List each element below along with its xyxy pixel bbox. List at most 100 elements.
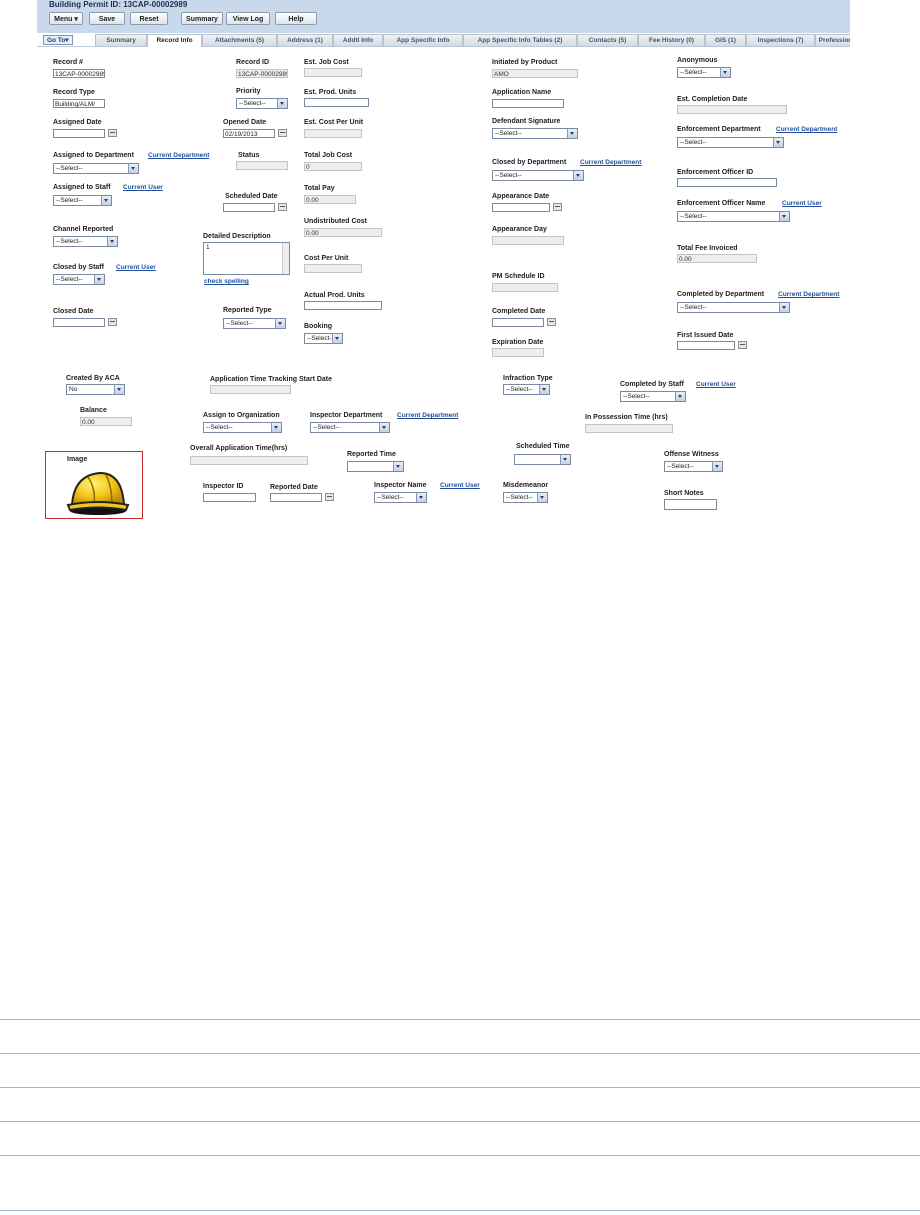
inspector-name-select[interactable]: --Select-- [374,492,427,503]
anonymous-select[interactable]: --Select-- [677,67,731,78]
tab-professionals[interactable]: Professionals [815,34,850,46]
reported-time-select[interactable] [347,461,404,472]
assigned-to-department-select[interactable]: --Select-- [53,163,139,174]
scheduled-date-field[interactable] [223,203,275,212]
infraction-type-label: Infraction Type [503,375,553,382]
chevron-down-icon [393,462,403,471]
calendar-icon[interactable] [738,341,747,349]
inspector-department-label: Inspector Department [310,412,383,419]
enforcement-department-label: Enforcement Department [677,126,761,133]
inspector-id-field[interactable] [203,493,256,502]
first-issued-date-field[interactable] [677,341,735,350]
inspector-id-label: Inspector ID [203,483,244,490]
booking-select[interactable]: --Select-- [304,333,343,344]
calendar-icon[interactable] [278,203,287,211]
help-button[interactable]: Help [275,12,317,25]
tab-inspections[interactable]: Inspections (7) [746,34,815,46]
reset-button[interactable]: Reset [130,12,168,25]
calendar-icon[interactable] [553,203,562,211]
reported-date-field[interactable] [270,493,322,502]
current-department-link[interactable]: Current Department [580,159,641,166]
actual-prod-units-field[interactable] [304,301,382,310]
enforcement-officer-id-field[interactable] [677,178,777,187]
calendar-icon[interactable] [108,129,117,137]
check-spelling-link[interactable]: check spelling [204,278,249,285]
current-user-link[interactable]: Current User [696,381,736,388]
current-user-link[interactable]: Current User [123,184,163,191]
est-prod-units-field[interactable] [304,98,369,107]
tab-app-specific-info-tables[interactable]: App Specific Info Tables (2) [463,34,577,46]
closed-by-department-select[interactable]: --Select-- [492,170,584,181]
chevron-down-icon [275,319,285,328]
closed-by-staff-label: Closed by Staff [53,264,104,271]
completed-by-staff-label: Completed by Staff [620,381,684,388]
tab-contacts[interactable]: Contacts (5) [577,34,638,46]
textarea-scrollbar[interactable] [282,243,289,274]
channel-reported-value: --Select-- [56,238,83,245]
assign-to-organization-select[interactable]: --Select-- [203,422,282,433]
tab-summary[interactable]: Summary [95,34,147,46]
chevron-down-icon [271,423,281,432]
header-bar: Building Permit ID: 13CAP-00002989 Menu … [37,0,850,33]
scheduled-time-select[interactable] [514,454,571,465]
short-notes-field[interactable] [664,499,717,510]
assigned-date-field[interactable] [53,129,105,138]
current-user-link[interactable]: Current User [116,264,156,271]
tab-record-info[interactable]: Record Info [147,34,202,47]
defendant-signature-select[interactable]: --Select-- [492,128,578,139]
offense-witness-select[interactable]: --Select-- [664,461,723,472]
appearance-date-field[interactable] [492,203,550,212]
current-user-link[interactable]: Current User [440,482,480,489]
reported-type-select[interactable]: --Select-- [223,318,286,329]
view-log-button[interactable]: View Log [226,12,270,25]
est-completion-date-label: Est. Completion Date [677,96,748,103]
closed-by-staff-select[interactable]: --Select-- [53,274,105,285]
record-no-field[interactable]: 13CAP-00002989 [53,69,105,78]
est-completion-date-field [677,105,787,114]
completed-by-staff-select[interactable]: --Select-- [620,391,686,402]
current-user-link[interactable]: Current User [782,200,822,207]
created-by-aca-select[interactable]: No [66,384,125,395]
goto-button[interactable]: Go To▾ [43,35,73,45]
tab-address[interactable]: Address (1) [277,34,333,46]
inspector-department-select[interactable]: --Select-- [310,422,390,433]
chevron-down-icon [560,455,570,464]
infraction-type-select[interactable]: --Select-- [503,384,550,395]
current-department-link[interactable]: Current Department [397,412,458,419]
tab-addtl-info[interactable]: Addtl Info [333,34,383,46]
goto-label: Go To [47,37,66,44]
calendar-icon[interactable] [108,318,117,326]
application-name-field[interactable] [492,99,564,108]
calendar-icon[interactable] [278,129,287,137]
completed-date-field[interactable] [492,318,544,327]
current-department-link[interactable]: Current Department [148,152,209,159]
closed-date-field[interactable] [53,318,105,327]
assigned-to-staff-select[interactable]: --Select-- [53,195,112,206]
channel-reported-select[interactable]: --Select-- [53,236,118,247]
opened-date-field[interactable]: 02/19/2013 [223,129,275,138]
divider [0,1019,920,1020]
tab-attachments[interactable]: Attachments (5) [202,34,277,46]
misdemeanor-select[interactable]: --Select-- [503,492,548,503]
calendar-icon[interactable] [325,493,334,501]
current-department-link[interactable]: Current Department [778,291,839,298]
enforcement-department-select[interactable]: --Select-- [677,137,784,148]
menu-button[interactable]: Menu ▾ [49,12,83,25]
calendar-icon[interactable] [547,318,556,326]
priority-select[interactable]: --Select-- [236,98,288,109]
assigned-date-label: Assigned Date [53,119,102,126]
summary-button[interactable]: Summary [181,12,223,25]
current-department-link[interactable]: Current Department [776,126,837,133]
detailed-description-textarea[interactable]: 1 [203,242,290,275]
save-button[interactable]: Save [89,12,125,25]
enforcement-officer-name-select[interactable]: --Select-- [677,211,790,222]
completed-by-department-select[interactable]: --Select-- [677,302,790,313]
tab-app-specific-info[interactable]: App Specific Info [383,34,463,46]
reported-date-label: Reported Date [270,484,318,491]
application-time-tracking-start-date-field [210,385,291,394]
divider [0,1053,920,1054]
record-type-field[interactable]: Building/ALM/ [53,99,105,108]
tab-fee-history[interactable]: Fee History (0) [638,34,705,46]
hard-hat-icon [66,471,130,515]
tab-gis[interactable]: GIS (1) [705,34,746,46]
